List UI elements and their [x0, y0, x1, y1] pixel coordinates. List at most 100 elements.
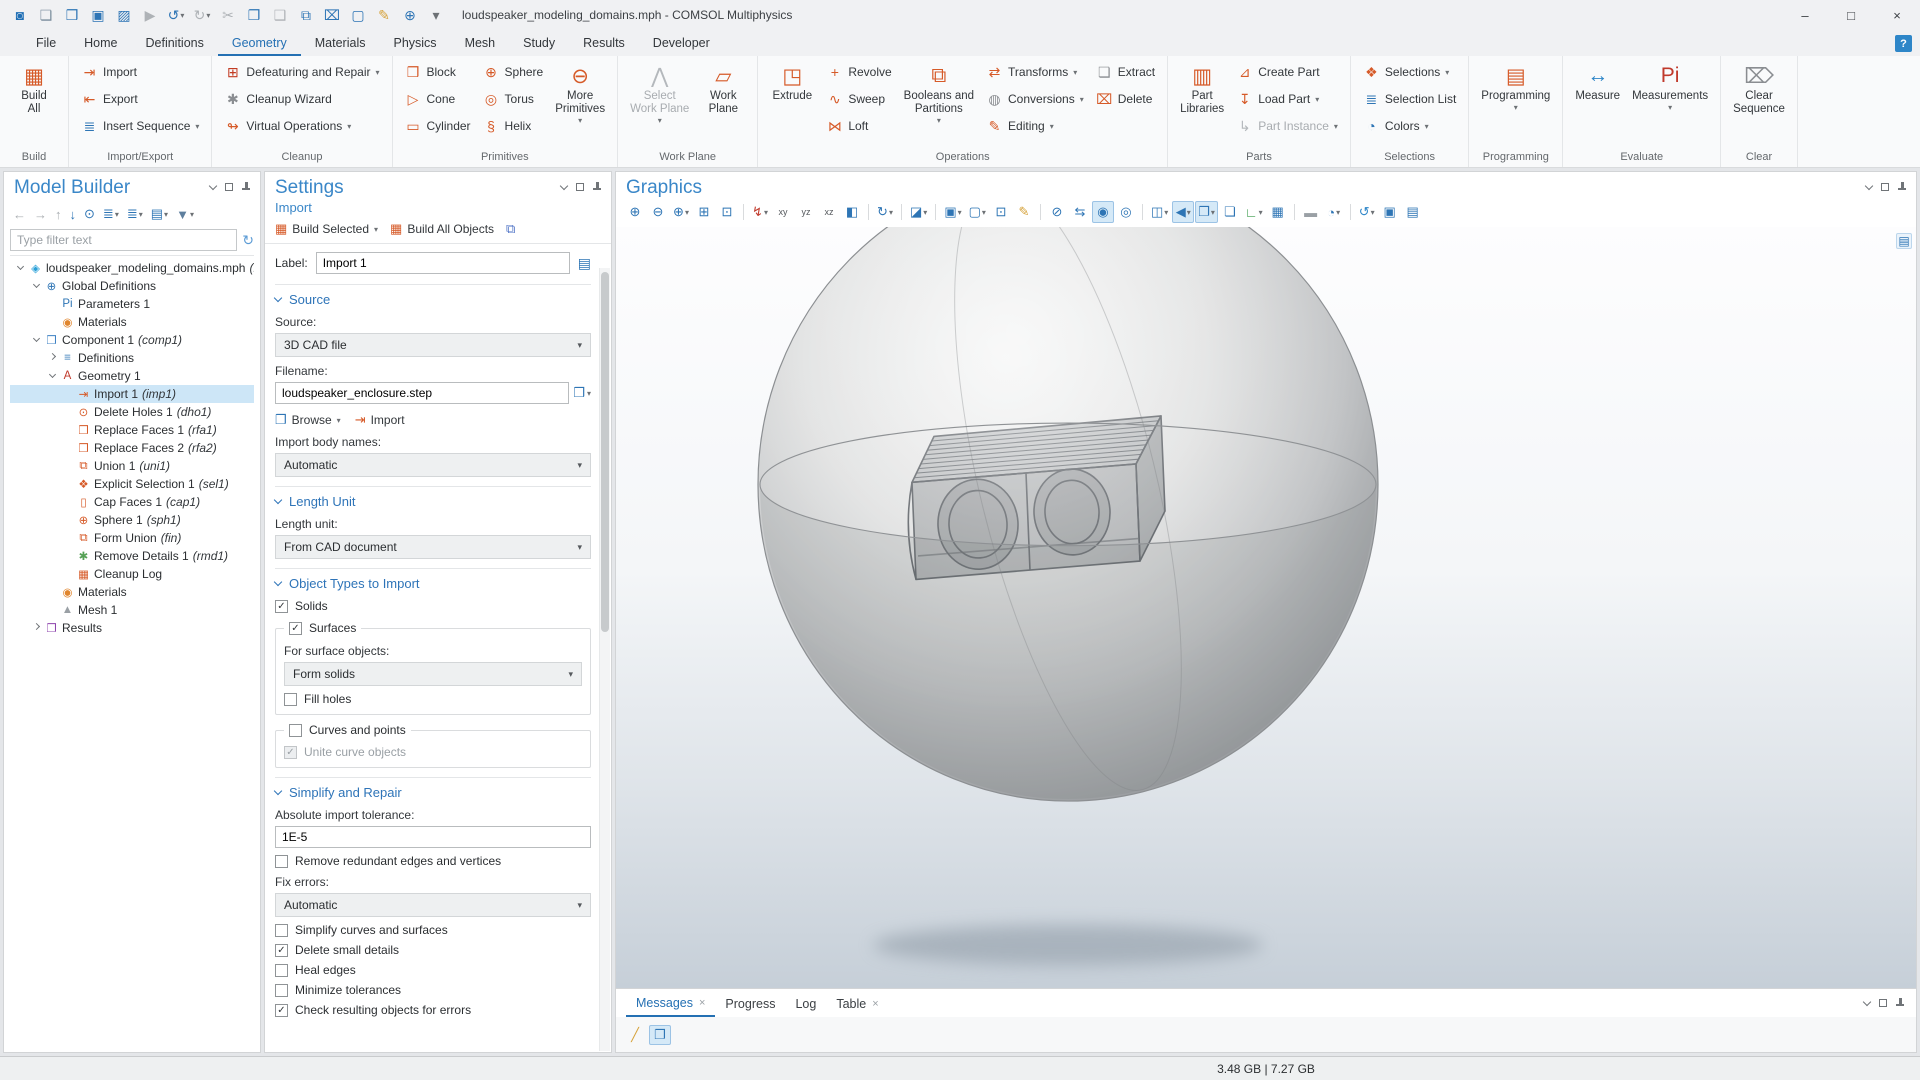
simplify-curves-and-surfaces-checkbox[interactable]	[275, 924, 288, 937]
tree-item-cap-faces-1[interactable]: ▯Cap Faces 1(cap1)	[10, 493, 254, 511]
virtual-operations-button[interactable]: ↬Virtual Operations▾	[219, 113, 384, 139]
grid-icon[interactable]: ▦	[1267, 201, 1289, 223]
tab-geometry[interactable]: Geometry	[218, 32, 301, 56]
highlight-brush-icon[interactable]: ✎	[372, 3, 396, 27]
label-visibility-icon[interactable]: ▬	[1300, 201, 1322, 223]
delete-small-details-checkbox[interactable]	[275, 944, 288, 957]
editing-button[interactable]: ✎Editing▾	[981, 113, 1089, 139]
block-button[interactable]: ❒Block	[400, 59, 476, 85]
expander-icon[interactable]	[46, 375, 59, 377]
copy-text-icon[interactable]: ❐	[649, 1025, 671, 1045]
filter-icon[interactable]: ▼▾	[173, 203, 197, 225]
tab-materials[interactable]: Materials	[301, 32, 380, 56]
pin-panel-icon[interactable]	[1896, 998, 1904, 1008]
expander-icon[interactable]	[30, 285, 43, 287]
color-palette-icon[interactable]: ◔▾	[1323, 201, 1345, 223]
import-button[interactable]: ⇥Import	[76, 59, 204, 85]
tab-file[interactable]: File	[22, 32, 70, 56]
duplicate-icon[interactable]: ⧉	[294, 3, 318, 27]
cleanup-wizard-button[interactable]: ✱Cleanup Wizard	[219, 86, 384, 112]
selections-button[interactable]: ❖Selections▾	[1358, 59, 1461, 85]
panel-menu-icon[interactable]	[1863, 997, 1871, 1005]
create-part-button[interactable]: ⊿Create Part	[1231, 59, 1343, 85]
toolbar-options-icon[interactable]: ▾	[424, 3, 448, 27]
tab-study[interactable]: Study	[509, 32, 569, 56]
refresh-icon[interactable]: ↻	[242, 232, 254, 249]
check-resulting-objects-for-errors-checkbox[interactable]	[275, 1004, 288, 1017]
tab-mesh[interactable]: Mesh	[451, 32, 510, 56]
zoom-extents-icon[interactable]: ⊞	[693, 201, 715, 223]
colors-button[interactable]: ◔Colors▾	[1358, 113, 1461, 139]
surfaces-checkbox[interactable]	[289, 622, 302, 635]
clip-planes-icon[interactable]: ◫▾	[1148, 201, 1171, 223]
extrude-button[interactable]: ◳Extrude	[765, 59, 819, 150]
sweep-button[interactable]: ∿Sweep	[821, 86, 896, 112]
minimize-tolerances-checkbox[interactable]	[275, 984, 288, 997]
for-surface-objects-select[interactable]: Form solids ▾	[284, 662, 582, 686]
wireframe-icon[interactable]: ❏	[1219, 201, 1241, 223]
select-rectangle-icon[interactable]: ▢	[346, 3, 370, 27]
tree-item-explicit-selection-1[interactable]: ❖Explicit Selection 1(sel1)	[10, 475, 254, 493]
expander-icon[interactable]	[30, 339, 43, 341]
run-icon[interactable]: ▶	[138, 3, 162, 27]
expander-icon[interactable]	[30, 627, 43, 629]
tree-item-geometry-1[interactable]: AGeometry 1	[10, 367, 254, 385]
tree-item-results[interactable]: ❐Results	[10, 619, 254, 637]
snapshot-icon[interactable]: ▣	[1379, 201, 1401, 223]
zoom-in-icon[interactable]: ⊕	[624, 201, 646, 223]
tab-progress[interactable]: Progress	[715, 991, 785, 1016]
sphere-button[interactable]: ⊕Sphere	[478, 59, 549, 85]
load-part-button[interactable]: ↧Load Part▾	[1231, 86, 1343, 112]
hide-objects-icon[interactable]: ⊘	[1046, 201, 1068, 223]
tree-item-cleanup-log[interactable]: ▦Cleanup Log	[10, 565, 254, 583]
expander-icon[interactable]	[46, 357, 59, 359]
heal-edges-checkbox[interactable]	[275, 964, 288, 977]
node-grouping-icon[interactable]: ▤▾	[148, 203, 171, 225]
object-types-section-header[interactable]: Object Types to Import	[275, 576, 591, 591]
tree-item-delete-holes-1[interactable]: ⊙Delete Holes 1(dho1)	[10, 403, 254, 421]
zoom-box-icon[interactable]: ⊕▾	[670, 201, 692, 223]
move-up-icon[interactable]: ↑	[52, 203, 65, 225]
undo-icon[interactable]: ↺▾	[164, 3, 188, 27]
tab-table[interactable]: Table×	[826, 991, 888, 1016]
revolve-button[interactable]: +Revolve	[821, 59, 896, 85]
length-unit-section-header[interactable]: Length Unit	[275, 494, 591, 509]
view-hidden-icon[interactable]: ◎	[1115, 201, 1137, 223]
clear-sequence-button[interactable]: ⌦Clear Sequence	[1728, 59, 1790, 150]
pin-panel-icon[interactable]	[593, 182, 601, 192]
remove-redundant-checkbox[interactable]	[275, 855, 288, 868]
pin-panel-icon[interactable]	[1898, 182, 1906, 192]
move-down-icon[interactable]: ↓	[67, 203, 80, 225]
build-all-objects-button[interactable]: ▦ Build All Objects	[390, 221, 494, 237]
expander-icon[interactable]	[14, 267, 27, 269]
pin-panel-icon[interactable]	[242, 182, 250, 192]
scene-light-icon[interactable]: ◪▾	[907, 201, 930, 223]
collapse-all-icon[interactable]: ≣▾	[100, 203, 122, 225]
programming-button[interactable]: ▤Programming▾	[1476, 59, 1555, 150]
import-button[interactable]: ⇥ Import	[355, 412, 405, 428]
close-button[interactable]: ×	[1874, 0, 1920, 30]
tree-item-replace-faces-1[interactable]: ❒Replace Faces 1(rfa1)	[10, 421, 254, 439]
tree-item-remove-details-1[interactable]: ✱Remove Details 1(rmd1)	[10, 547, 254, 565]
build-selected-button[interactable]: ▦ Build Selected ▾	[275, 221, 378, 237]
tab-messages[interactable]: Messages×	[626, 990, 715, 1017]
measure-button[interactable]: ↔Measure	[1570, 59, 1625, 150]
tree-item-sphere-1[interactable]: ⊕Sphere 1(sph1)	[10, 511, 254, 529]
more-primitives-button[interactable]: ⊖More Primitives▾	[550, 59, 610, 150]
view-xy-icon[interactable]: xy	[772, 201, 794, 223]
zoom-out-icon[interactable]: ⊖	[647, 201, 669, 223]
label-input[interactable]	[316, 252, 570, 274]
new-file-icon[interactable]: ❏	[34, 3, 58, 27]
maximize-button[interactable]: □	[1828, 0, 1874, 30]
tree-item-global-definitions[interactable]: ⊕Global Definitions	[10, 277, 254, 295]
tree-item-union-1[interactable]: ⧉Union 1(uni1)	[10, 457, 254, 475]
tree-item-mesh-1[interactable]: ▲Mesh 1	[10, 601, 254, 619]
view-yz-icon[interactable]: yz	[795, 201, 817, 223]
zoom-selected-icon[interactable]: ⊡	[716, 201, 738, 223]
fill-holes-checkbox[interactable]	[284, 693, 297, 706]
rotate-view-icon[interactable]: ↻▾	[874, 201, 896, 223]
acoustics-view-icon[interactable]: ◀▾	[1172, 201, 1194, 223]
graphics-viewport[interactable]: ▤	[616, 227, 1916, 988]
conversions-button[interactable]: ◍Conversions▾	[981, 86, 1089, 112]
print-icon[interactable]: ▤	[1402, 201, 1424, 223]
